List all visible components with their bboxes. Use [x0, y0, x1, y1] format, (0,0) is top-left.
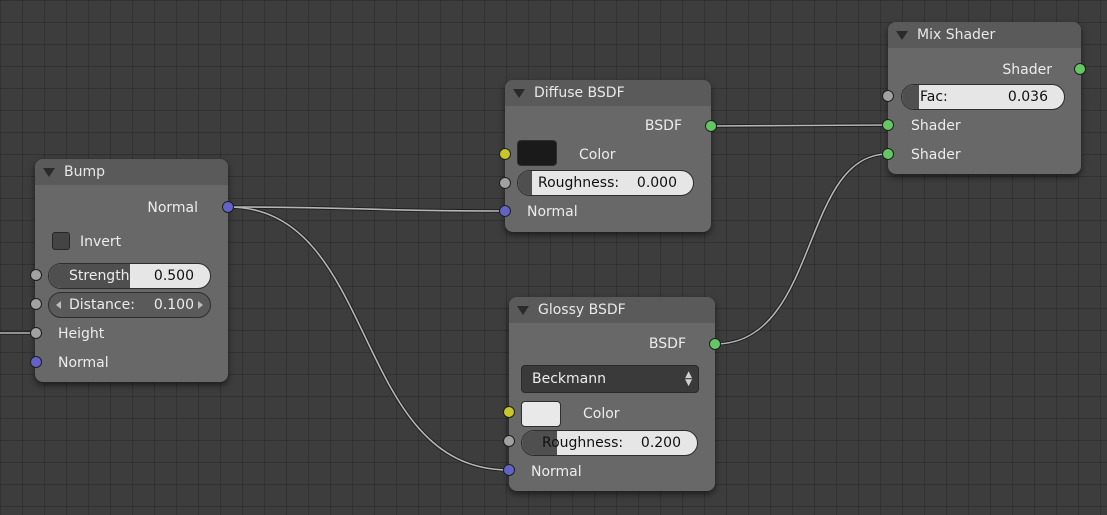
mix-input-shader-1-socket[interactable]: [882, 119, 894, 131]
mix-node-title: Mix Shader: [917, 27, 996, 43]
link-bump-to-glossy-normal: [227, 206, 510, 471]
diffuse-bsdf-node[interactable]: Diffuse BSDF BSDF Color Roughness: 0.000…: [505, 80, 711, 232]
distance-input-socket[interactable]: [30, 298, 42, 310]
glossy-roughness-value: 0.200: [640, 435, 681, 451]
mix-input-shader-1-label: Shader: [911, 118, 961, 134]
mix-input-shader-2-label: Shader: [911, 147, 961, 163]
link-bump-to-diffuse-normal: [227, 206, 506, 212]
diffuse-color-swatch[interactable]: [517, 140, 557, 166]
fac-label: Fac:: [920, 89, 948, 105]
glossy-bsdf-node[interactable]: Glossy BSDF BSDF Beckmann ▲ ▼ Color Rough…: [509, 297, 715, 491]
increment-arrow-icon[interactable]: [198, 301, 203, 309]
mix-output-shader-label: Shader: [1002, 62, 1052, 78]
diffuse-roughness-label: Roughness:: [538, 175, 620, 191]
diffuse-color-label: Color: [579, 147, 616, 163]
diffuse-input-normal-label: Normal: [527, 204, 578, 220]
glossy-input-normal-socket[interactable]: [503, 464, 515, 476]
glossy-roughness-socket[interactable]: [503, 435, 515, 447]
distance-field[interactable]: Distance: 0.100: [48, 292, 211, 318]
diffuse-input-normal-socket[interactable]: [499, 205, 511, 217]
bump-input-normal-label: Normal: [58, 355, 109, 371]
strength-value: 0.500: [153, 268, 194, 284]
glossy-output-bsdf-label: BSDF: [648, 336, 686, 352]
fac-value: 0.036: [1007, 89, 1048, 105]
strength-label: Strength:: [69, 268, 135, 284]
invert-label: Invert: [80, 234, 122, 250]
link-diffuse-to-mix-shader: [710, 124, 889, 127]
height-input-label: Height: [58, 326, 105, 342]
height-input-socket[interactable]: [30, 327, 42, 339]
glossy-roughness-slider[interactable]: Roughness: 0.200: [521, 430, 698, 456]
collapse-triangle-icon[interactable]: [896, 30, 908, 40]
mix-input-shader-2-socket[interactable]: [882, 148, 894, 160]
decrement-arrow-icon[interactable]: [56, 301, 61, 309]
bump-node-header[interactable]: Bump: [35, 159, 228, 185]
bump-input-normal-socket[interactable]: [30, 356, 42, 368]
mix-node-header[interactable]: Mix Shader: [888, 22, 1081, 48]
bump-output-normal-label: Normal: [147, 200, 198, 216]
diffuse-output-bsdf-label: BSDF: [644, 118, 682, 134]
link-glossy-to-mix-shader: [714, 153, 889, 345]
mix-shader-node[interactable]: Mix Shader Shader Fac: 0.036 Shader Shad…: [888, 22, 1081, 174]
distance-value: 0.100: [153, 297, 194, 313]
glossy-node-header[interactable]: Glossy BSDF: [509, 297, 715, 323]
glossy-color-socket[interactable]: [503, 406, 515, 418]
fac-slider[interactable]: Fac: 0.036: [901, 84, 1065, 110]
diffuse-roughness-slider[interactable]: Roughness: 0.000: [517, 170, 694, 196]
fac-input-socket[interactable]: [882, 90, 894, 102]
dropdown-updown-icon: ▲ ▼: [685, 370, 692, 388]
glossy-input-normal-label: Normal: [531, 464, 582, 480]
bump-node-title: Bump: [64, 164, 106, 180]
diffuse-roughness-value: 0.000: [636, 175, 677, 191]
bump-output-normal-socket[interactable]: [222, 201, 234, 213]
strength-slider[interactable]: Strength: 0.500: [48, 263, 211, 289]
diffuse-node-header[interactable]: Diffuse BSDF: [505, 80, 711, 106]
glossy-output-bsdf-socket[interactable]: [709, 338, 721, 350]
glossy-color-swatch[interactable]: [521, 401, 561, 427]
glossy-color-label: Color: [583, 406, 620, 422]
mix-output-shader-socket[interactable]: [1074, 63, 1086, 75]
bump-node[interactable]: Bump Normal Invert Strength: 0.500 Dista…: [35, 159, 228, 382]
glossy-roughness-label: Roughness:: [542, 435, 624, 451]
diffuse-roughness-socket[interactable]: [499, 177, 511, 189]
glossy-node-title: Glossy BSDF: [538, 302, 626, 318]
diffuse-color-socket[interactable]: [499, 148, 511, 160]
collapse-triangle-icon[interactable]: [43, 167, 55, 177]
collapse-triangle-icon[interactable]: [513, 88, 525, 98]
distribution-dropdown[interactable]: Beckmann ▲ ▼: [521, 365, 699, 393]
diffuse-output-bsdf-socket[interactable]: [705, 120, 717, 132]
diffuse-node-title: Diffuse BSDF: [534, 85, 625, 101]
invert-checkbox[interactable]: [52, 232, 70, 250]
collapse-triangle-icon[interactable]: [517, 305, 529, 315]
distribution-value: Beckmann: [532, 371, 606, 387]
strength-input-socket[interactable]: [30, 269, 42, 281]
distance-label: Distance:: [69, 297, 135, 313]
